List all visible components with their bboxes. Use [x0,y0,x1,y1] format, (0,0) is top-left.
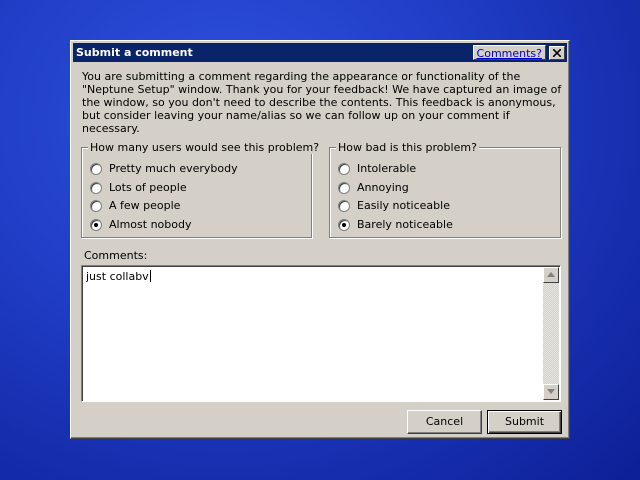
radio-label: Almost nobody [109,218,192,231]
radio-label: A few people [109,199,181,212]
intro-text: You are submitting a comment regarding t… [82,70,562,135]
users-option-few[interactable]: A few people [90,199,180,212]
severity-option-barely-noticeable[interactable]: Barely noticeable [338,218,453,231]
dialog-title: Submit a comment [76,46,193,59]
radio-label: Barely noticeable [357,218,453,231]
users-option-almost-nobody[interactable]: Almost nobody [90,218,191,231]
severity-legend: How bad is this problem? [336,141,479,154]
comments-textarea[interactable]: just collabv [81,265,561,402]
radio-button-selected[interactable] [90,218,102,231]
comments-label: Comments: [84,249,148,262]
users-affected-legend: How many users would see this problem? [88,141,322,154]
radio-button-selected[interactable] [338,218,350,231]
radio-button[interactable] [338,181,350,194]
arrow-up-icon [547,272,555,277]
users-option-everybody[interactable]: Pretty much everybody [90,162,238,175]
radio-button[interactable] [90,199,102,212]
radio-dot [94,222,98,227]
radio-label: Lots of people [109,181,187,194]
arrow-down-icon [547,389,555,394]
comments-value: just collabv [86,270,149,283]
scroll-down-button[interactable] [543,384,559,400]
radio-label: Annoying [357,181,409,194]
comments-text: just collabv [86,270,151,283]
close-icon [553,48,561,57]
severity-option-easily-noticeable[interactable]: Easily noticeable [338,199,450,212]
severity-option-intolerable[interactable]: Intolerable [338,162,416,175]
vertical-scrollbar[interactable] [543,267,559,400]
radio-label: Easily noticeable [357,199,450,212]
radio-label: Intolerable [357,162,417,175]
radio-dot [342,222,346,227]
radio-button[interactable] [338,199,350,212]
severity-option-annoying[interactable]: Annoying [338,181,409,194]
radio-button[interactable] [338,162,350,175]
close-button[interactable] [549,45,565,60]
radio-label: Pretty much everybody [109,162,238,175]
title-bar: Submit a comment Comments? [73,43,567,62]
users-affected-group: How many users would see this problem? P… [81,141,322,238]
submit-button[interactable]: Submit [487,410,562,434]
users-option-lots[interactable]: Lots of people [90,181,187,194]
scroll-up-button[interactable] [543,267,559,283]
radio-button[interactable] [90,162,102,175]
severity-group: How bad is this problem? Intolerable Ann… [329,141,561,238]
radio-button[interactable] [90,181,102,194]
submit-comment-dialog: Submit a comment Comments? You are submi… [70,40,570,439]
text-caret [149,270,151,282]
comments-help-link[interactable]: Comments? [472,45,546,60]
cancel-button[interactable]: Cancel [407,410,482,434]
